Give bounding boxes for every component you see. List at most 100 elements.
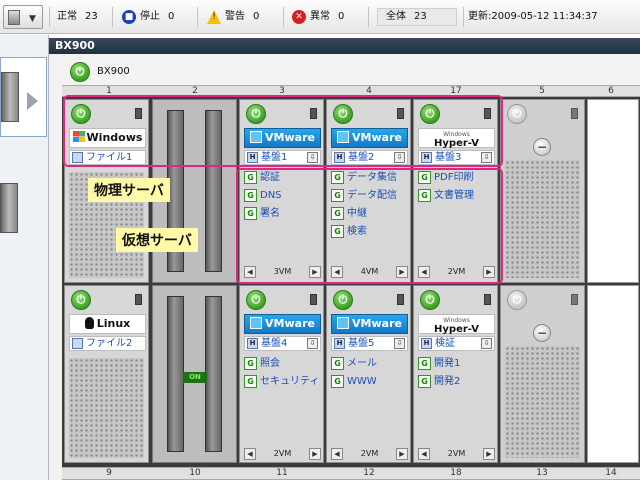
nic-icon xyxy=(571,108,578,119)
blade-grill xyxy=(505,346,580,458)
vm-pager: ◀ 2VM ▶ xyxy=(418,447,495,461)
power-on-badge: ON xyxy=(183,372,207,383)
not-installed-icon: − xyxy=(533,138,551,156)
warning-icon: ! xyxy=(207,10,221,24)
slot-number: 12 xyxy=(363,468,375,478)
guest-icon: G xyxy=(244,375,257,388)
power-on-icon[interactable]: ⏻ xyxy=(420,290,440,310)
status-total[interactable]: 全体 23 xyxy=(377,8,457,26)
status-warning[interactable]: ! 警告 0 xyxy=(207,10,259,24)
slot-6-open[interactable] xyxy=(587,99,639,283)
power-off-icon[interactable]: ⏻ xyxy=(507,290,527,310)
status-bar: ▼ 正常 23 ■ 停止 0 ! 警告 0 ✕ 異常 0 全体 23 更新:2009-05-12… xyxy=(0,0,640,34)
guest-icon: G xyxy=(418,375,431,388)
power-on-icon[interactable]: ⏻ xyxy=(246,290,266,310)
divider xyxy=(463,7,464,27)
blade-grill xyxy=(69,358,144,458)
blade-grill xyxy=(505,160,580,278)
slot-number: 14 xyxy=(605,468,617,478)
status-normal[interactable]: 正常 23 xyxy=(57,10,98,24)
next-icon[interactable]: ▶ xyxy=(396,448,408,460)
vm-list: G 開発1 G 開発2 xyxy=(418,356,495,392)
chassis-list-item-selected[interactable] xyxy=(0,57,47,137)
virtual-server-highlight xyxy=(236,168,503,284)
server-icon xyxy=(8,10,20,25)
divider xyxy=(197,7,198,27)
vmware-icon xyxy=(250,317,263,329)
download-icon[interactable]: ⇩ xyxy=(394,338,405,349)
stop-icon: ■ xyxy=(122,10,136,24)
vm-item[interactable]: G 照会 xyxy=(244,356,321,374)
physical-server-callout: 物理サーバ xyxy=(88,178,170,202)
chassis-title: BX900 xyxy=(49,38,640,54)
disk-drive-icon xyxy=(205,296,222,452)
nic-icon xyxy=(484,294,491,305)
hypervisor-icon: H xyxy=(334,338,345,349)
physical-server-highlight xyxy=(63,95,503,167)
nic-icon xyxy=(397,294,404,305)
power-on-icon[interactable]: ⏻ xyxy=(333,290,353,310)
error-icon: ✕ xyxy=(292,10,306,24)
view-menu-button[interactable]: ▼ xyxy=(3,5,43,29)
hypervisor-icon: H xyxy=(247,338,258,349)
divider xyxy=(112,7,113,27)
slot-number: 6 xyxy=(608,86,614,96)
slot-number: 9 xyxy=(106,468,112,478)
vm-list: G 照会 G セキュリティ xyxy=(244,356,321,392)
host-name[interactable]: H 検証 ⇩ xyxy=(418,336,495,351)
chassis-list-panel xyxy=(0,35,49,480)
host-name[interactable]: H 基盤5 ⇩ xyxy=(331,336,408,351)
prev-icon[interactable]: ◀ xyxy=(244,448,256,460)
blade-slot-18[interactable]: ⏻ Windows Hyper-V H 検証 ⇩ G 開発1 G 開発2 ◀ 2VM ▶ xyxy=(413,285,498,463)
hypervisor-icon: H xyxy=(421,338,432,349)
server-icon xyxy=(72,338,83,349)
blade-slot-11[interactable]: ⏻ VMware H 基盤4 ⇩ G 照会 G セキュリティ ◀ 2VM ▶ xyxy=(239,285,324,463)
download-icon[interactable]: ⇩ xyxy=(307,338,318,349)
slot-number: 13 xyxy=(536,468,548,478)
blade-slot-12[interactable]: ⏻ VMware H 基盤5 ⇩ G メール G WWW ◀ 2VM ▶ xyxy=(326,285,411,463)
linux-penguin-icon xyxy=(84,317,94,329)
chassis-icon[interactable] xyxy=(0,183,18,233)
slot-number: 5 xyxy=(539,86,545,96)
vm-item[interactable]: G メール xyxy=(331,356,408,374)
slot-14-open[interactable] xyxy=(587,285,639,463)
os-logo-hyperv: Windows Hyper-V xyxy=(418,314,495,335)
next-icon[interactable]: ▶ xyxy=(309,448,321,460)
last-updated: 更新:2009-05-12 11:34:37 xyxy=(468,11,598,22)
power-off-icon[interactable]: ⏻ xyxy=(507,104,527,124)
vm-item[interactable]: G WWW xyxy=(331,374,408,392)
blade-slot-13-empty[interactable]: ⏻ − xyxy=(500,285,585,463)
blade-slot-5-empty[interactable]: ⏻ − xyxy=(500,99,585,283)
slot-number: 10 xyxy=(189,468,201,478)
host-name[interactable]: ファイル2 xyxy=(69,336,146,351)
chassis-icon xyxy=(1,72,19,122)
slot-number: 18 xyxy=(450,468,462,478)
power-on-icon: ⏻ xyxy=(70,62,90,82)
next-icon[interactable]: ▶ xyxy=(483,448,495,460)
vm-item[interactable]: G セキュリティ xyxy=(244,374,321,392)
download-icon[interactable]: ⇩ xyxy=(481,338,492,349)
status-stopped[interactable]: ■ 停止 0 xyxy=(122,10,174,24)
prev-icon[interactable]: ◀ xyxy=(418,448,430,460)
virtual-server-callout: 仮想サーバ xyxy=(116,228,198,252)
guest-icon: G xyxy=(244,357,257,370)
arrow-right-icon xyxy=(27,92,38,110)
chevron-down-icon: ▼ xyxy=(29,14,36,24)
storage-blade-slot-10[interactable]: ON xyxy=(152,285,237,463)
power-on-icon[interactable]: ⏻ xyxy=(71,290,91,310)
host-name[interactable]: H 基盤4 ⇩ xyxy=(244,336,321,351)
guest-icon: G xyxy=(331,375,344,388)
divider xyxy=(283,7,284,27)
vm-item[interactable]: G 開発1 xyxy=(418,356,495,374)
divider xyxy=(49,7,50,27)
os-logo-vmware: VMware xyxy=(331,314,408,334)
nic-icon xyxy=(571,294,578,305)
prev-icon[interactable]: ◀ xyxy=(331,448,343,460)
divider xyxy=(368,7,369,27)
vm-pager: ◀ 2VM ▶ xyxy=(331,447,408,461)
disk-drive-icon xyxy=(167,296,184,452)
blade-slot-9[interactable]: ⏻ Linux ファイル2 xyxy=(64,285,149,463)
nic-icon xyxy=(135,294,142,305)
status-error[interactable]: ✕ 異常 0 xyxy=(292,10,344,24)
vm-item[interactable]: G 開発2 xyxy=(418,374,495,392)
